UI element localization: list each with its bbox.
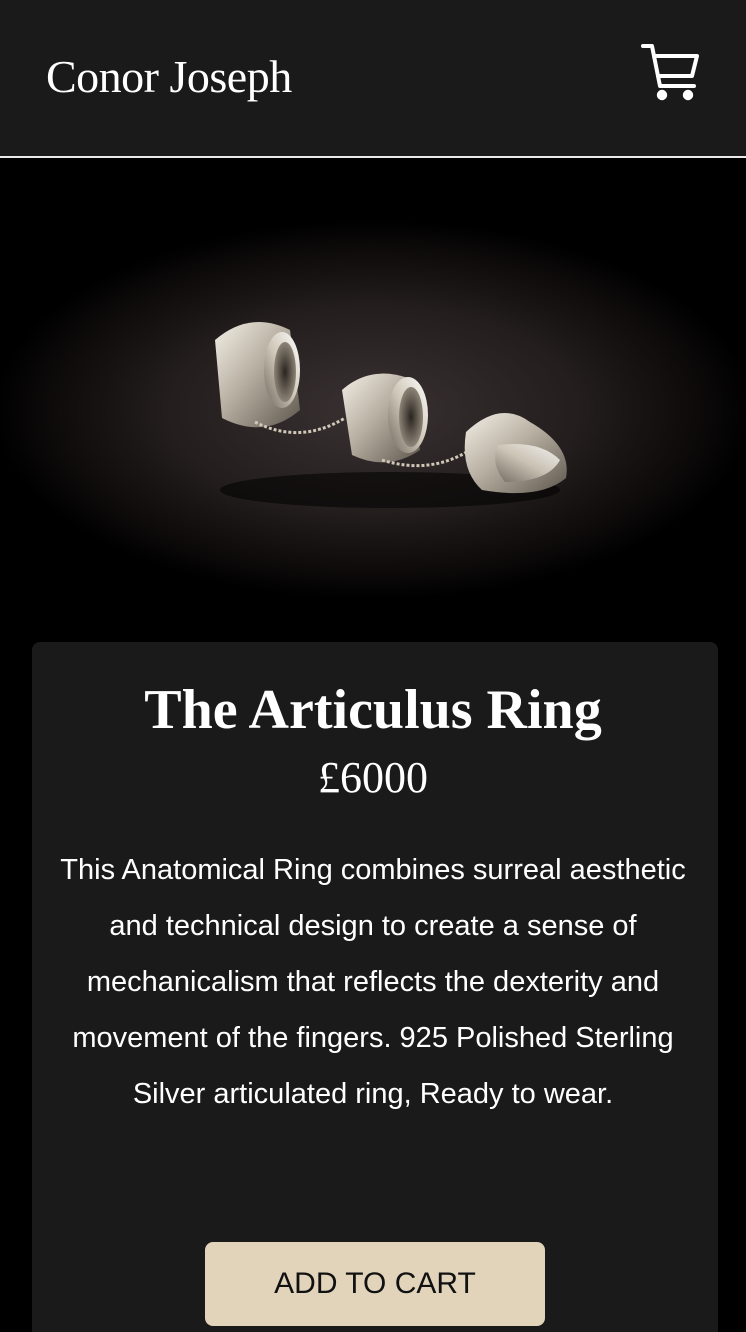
product-price: £6000	[318, 753, 428, 802]
add-to-cart-button[interactable]: ADD TO CART	[205, 1242, 545, 1326]
product-image	[0, 160, 746, 650]
ring-segment	[215, 322, 300, 428]
brand-logo[interactable]: Conor Joseph	[46, 48, 292, 106]
product-title: The Articulus Ring	[144, 679, 602, 741]
ring-segment	[342, 373, 428, 463]
product-description: This Anatomical Ring combines surreal ae…	[60, 854, 686, 1110]
shopping-cart-icon[interactable]	[640, 42, 700, 102]
site-header: Conor Joseph	[0, 0, 746, 158]
